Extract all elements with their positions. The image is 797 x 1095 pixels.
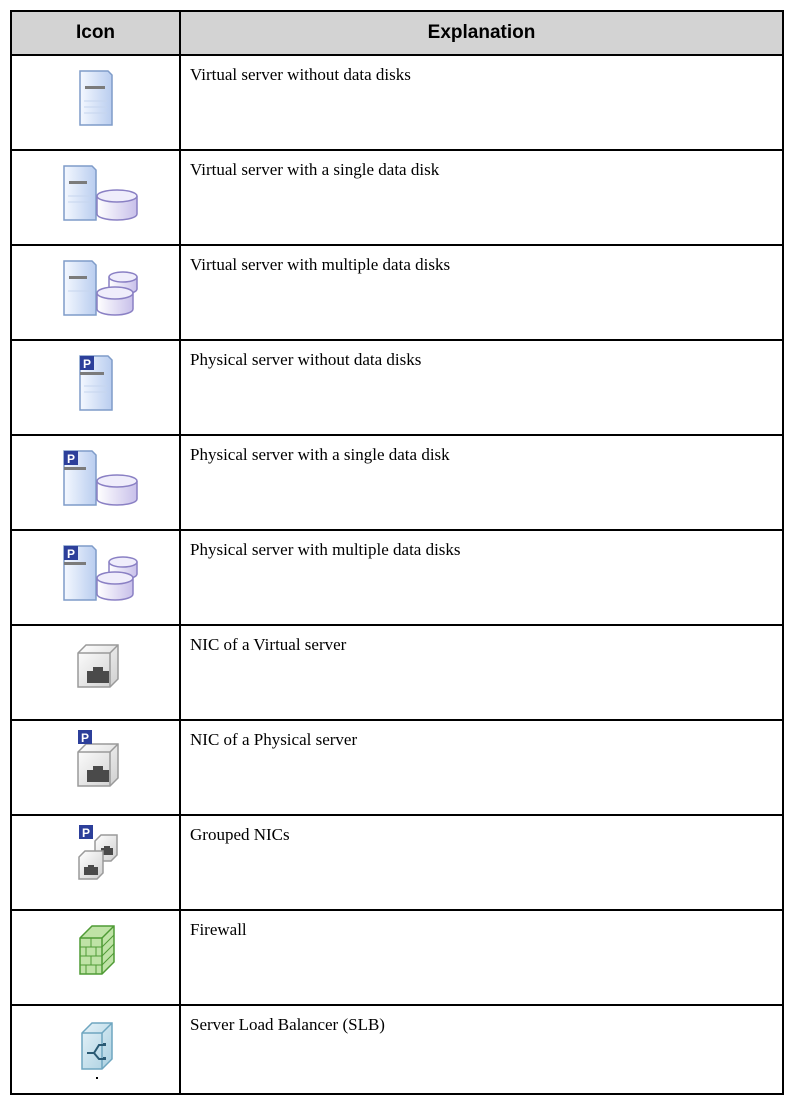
explanation-cell: Firewall	[179, 909, 784, 1006]
table-row: Server Load Balancer (SLB)	[10, 1004, 784, 1094]
svg-text:P: P	[66, 547, 74, 561]
explanation-cell: Server Load Balancer (SLB)	[179, 1004, 784, 1094]
table-row: P Physical server with a single data dis…	[10, 434, 784, 531]
svg-text:P: P	[81, 826, 89, 840]
icon-cell	[10, 909, 181, 1006]
icon-cell: P	[10, 529, 181, 626]
physical-server-icon: P	[78, 355, 113, 411]
table-row: Firewall	[10, 909, 784, 1006]
icon-cell	[10, 244, 181, 341]
header-icon: Icon	[10, 10, 181, 56]
explanation-cell: Virtual server with multiple data disks	[179, 244, 784, 341]
icon-cell: P	[10, 339, 181, 436]
table-row: Virtual server with multiple data disks	[10, 244, 784, 341]
explanation-cell: Grouped NICs	[179, 814, 784, 911]
grouped-nics-icon: P	[77, 825, 118, 880]
icon-cell: P	[10, 434, 181, 531]
svg-text:P: P	[66, 452, 74, 466]
virtual-server-icon	[78, 70, 113, 126]
virtual-server-single-disk-icon	[62, 165, 138, 221]
icon-cell: P	[10, 814, 181, 911]
table-row: P Grouped NICs	[10, 814, 784, 911]
table-row: P Physical server without data disks	[10, 339, 784, 436]
svg-text:P: P	[82, 357, 90, 371]
icon-table: Icon Explanation Virtual server without …	[10, 10, 784, 1095]
icon-cell: P	[10, 719, 181, 816]
table-row: Virtual server without data disks	[10, 54, 784, 151]
table-row: P Physical server with multiple data dis…	[10, 529, 784, 626]
physical-server-single-disk-icon: P	[62, 450, 138, 506]
firewall-icon	[78, 925, 115, 975]
explanation-cell: Virtual server with a single data disk	[179, 149, 784, 246]
table-row: Virtual server with a single data disk	[10, 149, 784, 246]
explanation-cell: Virtual server without data disks	[179, 54, 784, 151]
virtual-nic-icon	[76, 644, 119, 688]
virtual-server-multiple-disks-icon	[62, 260, 138, 316]
server-load-balancer-icon	[80, 1022, 113, 1079]
physical-nic-icon: P	[76, 730, 119, 787]
icon-cell	[10, 149, 181, 246]
explanation-cell: Physical server with multiple data disks	[179, 529, 784, 626]
icon-cell	[10, 54, 181, 151]
header-row: Icon Explanation	[10, 10, 784, 56]
header-explanation: Explanation	[179, 10, 784, 56]
table-row: NIC of a Virtual server	[10, 624, 784, 721]
icon-cell	[10, 1004, 181, 1094]
explanation-cell: Physical server without data disks	[179, 339, 784, 436]
physical-server-multiple-disks-icon: P	[62, 545, 138, 601]
explanation-cell: NIC of a Physical server	[179, 719, 784, 816]
explanation-cell: NIC of a Virtual server	[179, 624, 784, 721]
icon-cell	[10, 624, 181, 721]
explanation-cell: Physical server with a single data disk	[179, 434, 784, 531]
svg-text:P: P	[80, 731, 88, 745]
table-row: P NIC of a Physical server	[10, 719, 784, 816]
